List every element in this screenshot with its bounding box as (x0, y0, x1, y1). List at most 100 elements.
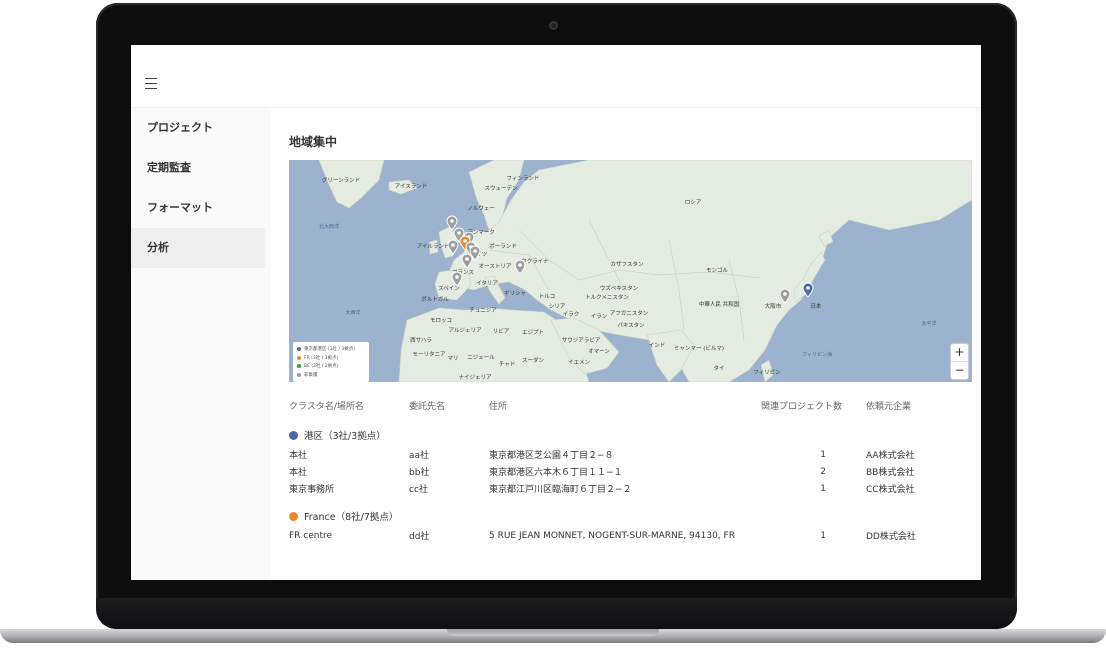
cell-place: FR centre (289, 530, 333, 541)
column-header-client: 依頼元企業 (866, 401, 912, 412)
main-content: 地域集中 グリーンランド アイスランド スウェーデン フィンランド ノルウェー … (265, 108, 981, 580)
map-label-north-atlantic: 北大西洋 (319, 223, 339, 230)
map-label-mauritania: モーリタニア (412, 350, 446, 358)
map-pin-center (783, 292, 787, 296)
webcam (549, 21, 558, 30)
table-row[interactable]: 東京事務所 cc社 東京都江戸川区臨海町６丁目２−２ 1 CC株式会社 (289, 480, 972, 497)
column-header-contractor: 委託先名 (409, 401, 446, 412)
map-label-iceland: アイスランド (395, 183, 428, 190)
cell-contractor: dd社 (409, 532, 430, 542)
map-label-kazakhstan: カザフスタン (610, 260, 644, 268)
cell-project-count: 1 (820, 483, 826, 494)
cell-client: AA株式会社 (866, 451, 915, 461)
map-label-morocco: モロッコ (430, 317, 452, 324)
cluster-cell: France（8社/7拠点） (289, 497, 972, 527)
zoom-in-button[interactable]: + (951, 344, 968, 361)
legend-item: 非集積 (297, 371, 365, 380)
map-label-oman: オマーン (588, 348, 610, 355)
legend-label: FR (3社 / 3拠点) (304, 355, 339, 361)
cell-contractor: aa社 (409, 451, 430, 461)
table-row[interactable]: 本社 bb社 東京都港区六本木６丁目１１−１ 2 BB株式会社 (289, 463, 972, 480)
cell-project-count: 1 (820, 449, 826, 460)
map-label-philippine-sea: フィリピン海 (802, 351, 832, 358)
cell-address: 東京都港区六本木６丁目１１−１ (489, 468, 623, 478)
map-pin-center (465, 257, 469, 261)
map-label-norway: ノルウェー (467, 204, 495, 212)
cell-contractor: bb社 (409, 468, 430, 478)
map-pin-center (806, 286, 810, 290)
map-label-finland: フィンランド (507, 175, 540, 182)
sidebar-item-format[interactable]: フォーマット (131, 188, 265, 228)
cell-client: BB株式会社 (866, 468, 915, 478)
legend-item: 東京都港区 (3社 / 3拠点) (297, 345, 365, 354)
map-pin-center (473, 249, 477, 253)
hamburger-menu-icon[interactable] (145, 78, 157, 90)
map-pin-center (457, 231, 461, 235)
map-label-italy: イタリア (476, 279, 498, 287)
map-label-india: インド (649, 343, 666, 349)
sidebar-item-periodic-audit[interactable]: 定期監査 (131, 148, 265, 188)
map-label-iran: イラン (591, 313, 608, 320)
map-pin-center (450, 219, 454, 223)
map-label-sudan: スーダン (522, 356, 545, 364)
column-header-cluster: クラスタ名/場所名 (289, 401, 364, 412)
map-label-sweden: スウェーデン (484, 184, 518, 192)
map-pin-center (455, 275, 459, 279)
map-label-philippines: フィリピン (753, 369, 781, 376)
map-label-austria: オーストリア (479, 263, 512, 270)
cell-client: DD株式会社 (866, 532, 916, 542)
cell-address: 東京都江戸川区臨海町６丁目２−２ (489, 485, 632, 495)
map-label-nigeria: ナイジェリア (458, 374, 492, 381)
cell-place: 本社 (289, 451, 308, 461)
legend-item: BE (2社 / 2拠点) (297, 362, 365, 371)
map-label-yemen: イエメン (568, 359, 590, 366)
cluster-row[interactable]: France（8社/7拠点） (289, 497, 972, 527)
cluster-cell: 港区（3社/3拠点） (289, 416, 972, 446)
map-label-turkey: トルコ (539, 293, 555, 300)
map-label-ireland: アイルランド (417, 243, 450, 250)
zoom-out-button[interactable]: − (951, 361, 968, 379)
map-label-algeria: アルジェリア (449, 327, 482, 334)
map-label-uzbekistan: ウズベキスタン (600, 284, 639, 292)
table-row[interactable]: FR centre dd社 5 RUE JEAN MONNET, NOGENT-SU… (289, 527, 972, 544)
legend-label: 東京都港区 (3社 / 3拠点) (304, 347, 356, 353)
laptop-notch (447, 629, 659, 636)
table-row[interactable]: 本社 aa社 東京都港区芝公園４丁目２−８ 1 AA株式会社 (289, 446, 972, 463)
map-label-syria: シリア (549, 303, 566, 310)
map-label-portugal: ポルトガル (421, 295, 449, 303)
map-label-egypt: エジプト (522, 329, 544, 336)
cell-address: 5 RUE JEAN MONNET, NOGENT-SUR-MARNE, 941… (489, 530, 735, 541)
map-label-pacific: 太平洋 (921, 320, 936, 327)
cell-contractor: cc社 (409, 485, 428, 495)
map-label-pakistan: パキスタン (617, 321, 645, 329)
section-title: 地域集中 (289, 135, 338, 149)
cell-client: CC株式会社 (866, 485, 915, 495)
legend-label: BE (2社 / 2拠点) (304, 364, 339, 370)
map-pin-center (463, 239, 467, 243)
map-label-mali: マリ (447, 355, 458, 362)
map-label-poland: ポーランド (489, 243, 517, 250)
map-label-russia: ロシア (685, 199, 702, 206)
map-canvas: グリーンランド アイスランド スウェーデン フィンランド ノルウェー デンマーク… (318, 160, 972, 382)
table-header-row: クラスタ名/場所名 委託先名 住所 関連プロジェクト数 依頼元企業 (289, 394, 972, 416)
sidebar-item-projects[interactable]: プロジェクト (131, 108, 265, 148)
zoom-control: + − (951, 344, 968, 379)
sidebar: プロジェクト 定期監査 フォーマット 分析 (131, 108, 265, 580)
map-label-thailand: タイ (713, 364, 724, 372)
cluster-row[interactable]: 港区（3社/3拠点） (289, 416, 972, 446)
map-label-japan: 日本 (810, 302, 822, 310)
cell-project-count: 1 (820, 530, 826, 541)
map-label-atlantic: 大西洋 (345, 309, 360, 316)
map-label-turkmenistan: トルクメニスタン (585, 293, 629, 301)
sidebar-item-analysis[interactable]: 分析 (131, 228, 265, 268)
app-screen: プロジェクト 定期監査 フォーマット 分析 地域集中 グリーンランド アイスラン… (131, 45, 981, 580)
cluster-name: 港区（3社/3拠点） (304, 431, 386, 442)
map-label-osaka: 大阪市 (765, 302, 782, 310)
column-header-project-count: 関連プロジェクト数 (761, 401, 843, 412)
map-label-afghanistan: アフガニスタン (610, 309, 649, 317)
region-map[interactable]: グリーンランド アイスランド スウェーデン フィンランド ノルウェー デンマーク… (289, 160, 972, 382)
cluster-color-dot (289, 512, 298, 521)
legend-label: 非集積 (304, 372, 318, 378)
analysis-card: 地域集中 グリーンランド アイスランド スウェーデン フィンランド ノルウェー … (271, 108, 976, 580)
laptop-bezel (96, 598, 1017, 629)
